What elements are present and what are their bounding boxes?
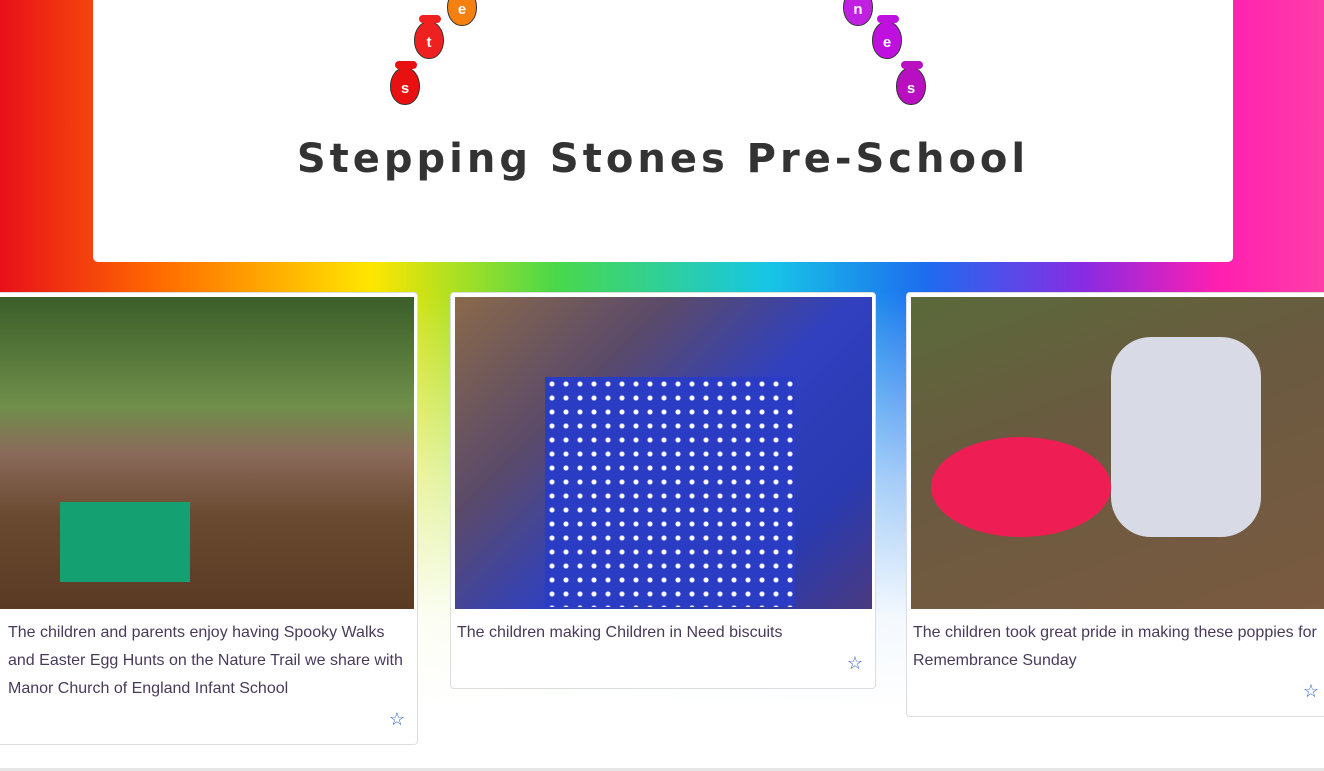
- footprint-logo-icon: e: [872, 15, 902, 59]
- star-outline-icon[interactable]: ☆: [389, 709, 405, 730]
- poppies-photo[interactable]: [911, 297, 1324, 609]
- card-caption: The children took great pride in making …: [913, 624, 1317, 669]
- site-header: s t e n e s Stepping Stones Pre-School: [93, 0, 1233, 262]
- gallery-card: The children making Children in Need bis…: [450, 292, 876, 689]
- gallery-card: The children took great pride in making …: [906, 292, 1324, 717]
- footprint-logo-icon: e: [447, 0, 477, 26]
- gallery-card: The children and parents enjoy having Sp…: [0, 292, 418, 745]
- nature-trail-photo[interactable]: [0, 297, 414, 609]
- star-outline-icon[interactable]: ☆: [1303, 681, 1319, 702]
- biscuits-photo[interactable]: [455, 297, 872, 609]
- card-caption: The children and parents enjoy having Sp…: [8, 624, 403, 697]
- footprint-logo-icon: n: [843, 0, 873, 26]
- star-outline-icon[interactable]: ☆: [847, 653, 863, 674]
- site-title: Stepping Stones Pre-School: [296, 136, 1030, 182]
- card-caption: The children making Children in Need bis…: [457, 624, 783, 641]
- footprint-logo-icon: s: [390, 61, 420, 105]
- footprint-logo-icon: s: [896, 61, 926, 105]
- footprint-logo-icon: t: [414, 15, 444, 59]
